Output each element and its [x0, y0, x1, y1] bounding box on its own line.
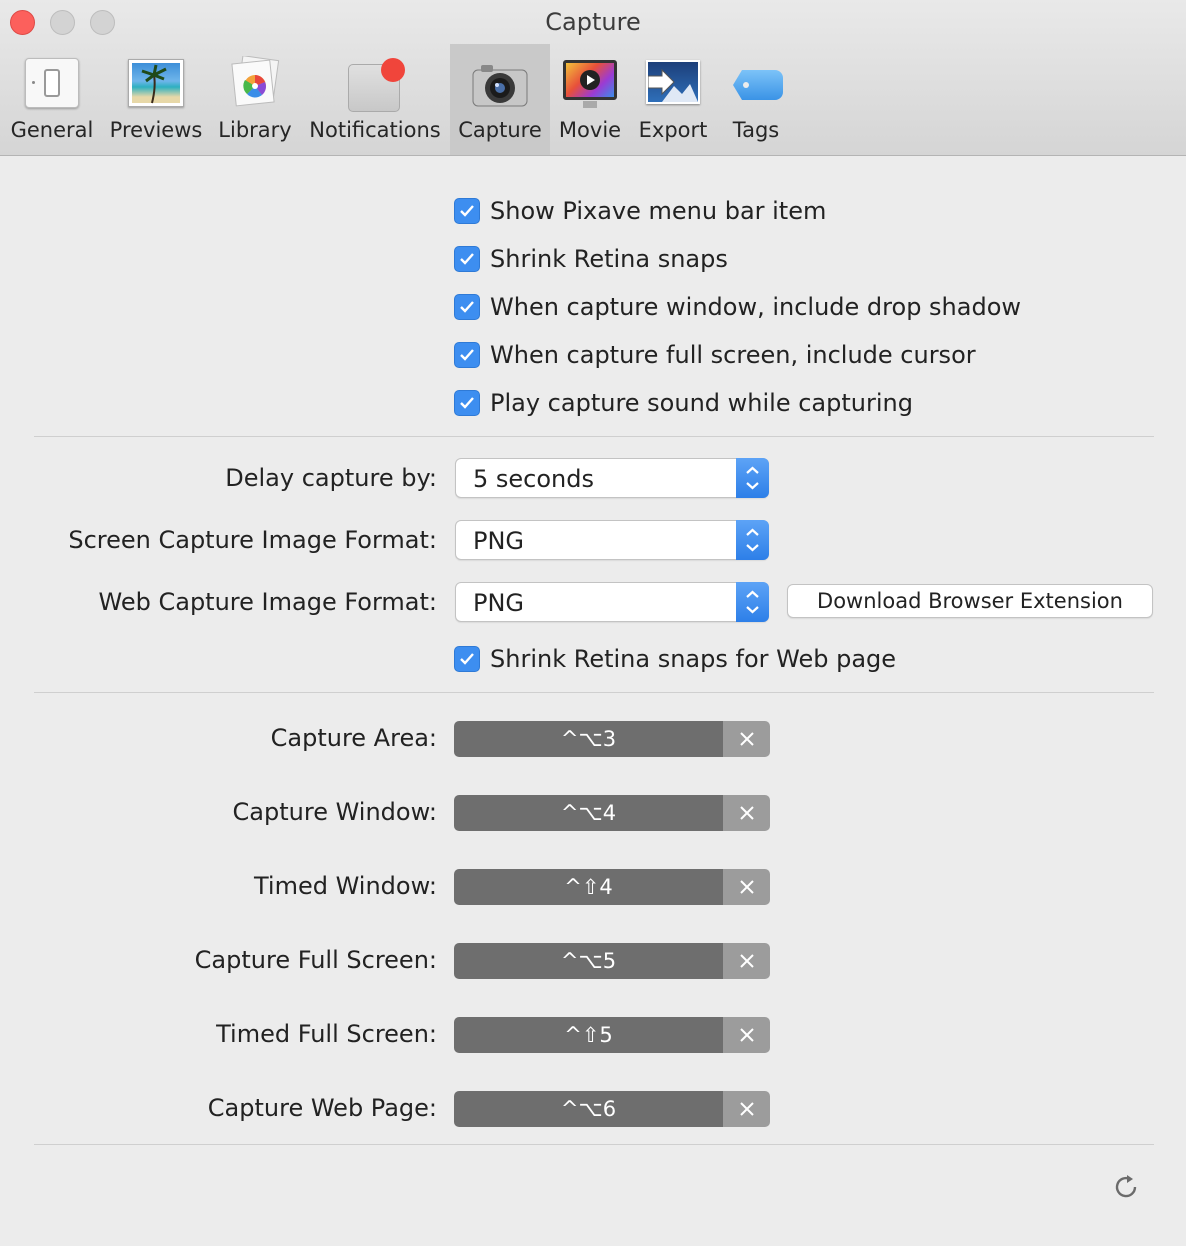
- library-icon: [226, 55, 284, 110]
- tab-capture[interactable]: Capture: [450, 44, 550, 155]
- option-label: Show Pixave menu bar item: [490, 197, 827, 225]
- export-icon: [644, 56, 702, 110]
- screen-format-value: PNG: [473, 527, 525, 555]
- tab-notifications[interactable]: Notifications: [304, 44, 446, 155]
- clear-shortcut-icon[interactable]: [723, 1017, 770, 1053]
- shortcut-recorder-timed-window[interactable]: ^⇧4: [454, 869, 770, 905]
- option-shrink-retina[interactable]: Shrink Retina snaps: [454, 244, 728, 274]
- clear-shortcut-icon[interactable]: [723, 1091, 770, 1127]
- option-label: Shrink Retina snaps: [490, 245, 728, 273]
- option-label: Shrink Retina snaps for Web page: [490, 645, 897, 673]
- checkbox-checked-icon[interactable]: [454, 246, 480, 272]
- toolbar: Capture General Previews Library Notific…: [0, 0, 1186, 156]
- option-label: When capture full screen, include cursor: [490, 341, 976, 369]
- shortcut-recorder-timed-full-screen[interactable]: ^⇧5: [454, 1017, 770, 1053]
- separator: [34, 692, 1154, 693]
- web-format-label: Web Capture Image Format:: [98, 588, 437, 616]
- option-label: Play capture sound while capturing: [490, 389, 913, 417]
- shortcut-keys[interactable]: ^⌥4: [454, 795, 723, 831]
- shortcut-label: Timed Full Screen:: [216, 1020, 437, 1048]
- checkbox-checked-icon[interactable]: [454, 646, 480, 672]
- chevron-up-down-icon: [736, 520, 769, 560]
- checkbox-checked-icon[interactable]: [454, 198, 480, 224]
- option-capture-sound[interactable]: Play capture sound while capturing: [454, 388, 913, 418]
- tab-label: Library: [218, 118, 292, 142]
- tab-tags[interactable]: Tags: [718, 44, 794, 155]
- shortcut-recorder-capture-area[interactable]: ^⌥3: [454, 721, 770, 757]
- photo-icon: [127, 56, 185, 110]
- option-shrink-retina-web[interactable]: Shrink Retina snaps for Web page: [454, 644, 896, 674]
- shortcut-label: Capture Full Screen:: [194, 946, 437, 974]
- window-title: Capture: [545, 8, 641, 36]
- shortcut-keys[interactable]: ^⇧4: [454, 869, 723, 905]
- tab-label: Export: [638, 118, 708, 142]
- option-show-menu-bar-item[interactable]: Show Pixave menu bar item: [454, 196, 826, 226]
- tab-movie[interactable]: Movie: [554, 44, 626, 155]
- tab-label: Movie: [558, 118, 622, 142]
- shortcut-keys[interactable]: ^⇧5: [454, 1017, 723, 1053]
- notifications-icon: [346, 56, 405, 112]
- delay-popup[interactable]: 5 seconds: [455, 458, 769, 498]
- shortcut-label: Timed Window:: [254, 872, 437, 900]
- clear-shortcut-icon[interactable]: [723, 869, 770, 905]
- tab-label: Tags: [732, 118, 780, 142]
- tab-library[interactable]: Library: [212, 44, 298, 155]
- checkbox-checked-icon[interactable]: [454, 390, 480, 416]
- shortcut-label: Capture Area:: [270, 724, 437, 752]
- chevron-up-down-icon: [736, 582, 769, 622]
- tab-label: Notifications: [309, 118, 441, 142]
- option-drop-shadow[interactable]: When capture window, include drop shadow: [454, 292, 1021, 322]
- movie-icon: [561, 56, 619, 110]
- option-include-cursor[interactable]: When capture full screen, include cursor: [454, 340, 976, 370]
- web-format-popup[interactable]: PNG: [455, 582, 769, 622]
- shortcut-recorder-capture-window[interactable]: ^⌥4: [454, 795, 770, 831]
- web-format-value: PNG: [473, 589, 525, 617]
- shortcut-recorder-capture-full-screen[interactable]: ^⌥5: [454, 943, 770, 979]
- separator: [34, 436, 1154, 437]
- tab-general[interactable]: General: [4, 44, 100, 155]
- separator: [34, 1144, 1154, 1145]
- delay-value: 5 seconds: [473, 465, 594, 493]
- chevron-up-down-icon: [736, 458, 769, 498]
- tab-label: Previews: [109, 118, 203, 142]
- delay-label: Delay capture by:: [225, 464, 437, 492]
- tab-label: Capture: [458, 118, 542, 142]
- shortcut-keys[interactable]: ^⌥5: [454, 943, 723, 979]
- tab-export[interactable]: Export: [632, 44, 714, 155]
- clear-shortcut-icon[interactable]: [723, 721, 770, 757]
- camera-icon: [471, 56, 529, 110]
- switch-icon: [23, 56, 81, 110]
- checkbox-checked-icon[interactable]: [454, 294, 480, 320]
- shortcut-label: Capture Web Page:: [207, 1094, 437, 1122]
- shortcut-recorder-capture-web-page[interactable]: ^⌥6: [454, 1091, 770, 1127]
- tab-label: General: [10, 118, 94, 142]
- shortcut-keys[interactable]: ^⌥3: [454, 721, 723, 757]
- shortcut-keys[interactable]: ^⌥6: [454, 1091, 723, 1127]
- clear-shortcut-icon[interactable]: [723, 795, 770, 831]
- screen-format-label: Screen Capture Image Format:: [68, 526, 437, 554]
- checkbox-checked-icon[interactable]: [454, 342, 480, 368]
- option-label: When capture window, include drop shadow: [490, 293, 1022, 321]
- shortcut-label: Capture Window:: [232, 798, 437, 826]
- screen-format-popup[interactable]: PNG: [455, 520, 769, 560]
- clear-shortcut-icon[interactable]: [723, 943, 770, 979]
- download-browser-extension-button[interactable]: Download Browser Extension: [787, 584, 1153, 618]
- reset-icon[interactable]: [1113, 1173, 1141, 1201]
- tab-previews[interactable]: Previews: [104, 44, 208, 155]
- tag-icon: [727, 56, 785, 110]
